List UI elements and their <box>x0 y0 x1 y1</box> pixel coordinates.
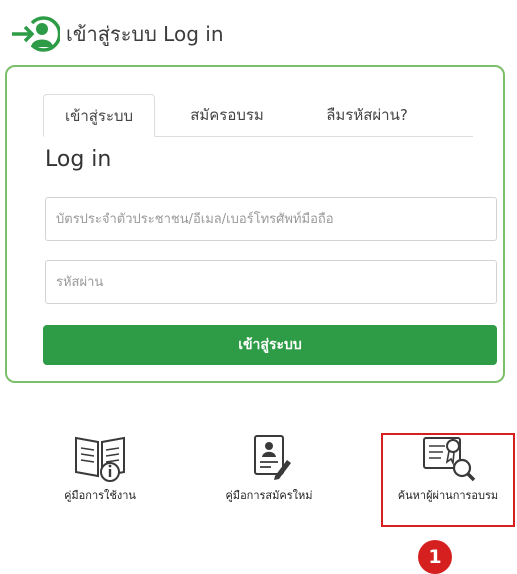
user-manual-link[interactable]: คู่มือการใช้งาน <box>40 430 160 504</box>
id-input[interactable] <box>45 197 497 241</box>
manual-book-icon <box>75 436 125 482</box>
annotation-marker: 1 <box>418 540 452 574</box>
highlight-box <box>381 433 515 527</box>
login-user-icon <box>12 16 60 52</box>
password-input[interactable] <box>45 260 497 304</box>
tab-login[interactable]: เข้าสู่ระบบ <box>43 94 155 137</box>
page-title: เข้าสู่ระบบ Log in <box>66 22 224 46</box>
registration-manual-link[interactable]: คู่มือการสมัครใหม่ <box>209 430 329 504</box>
tab-bar: เข้าสู่ระบบ สมัครอบรม ลืมรหัสผ่าน? <box>43 94 473 137</box>
user-manual-label: คู่มือการใช้งาน <box>64 489 136 502</box>
page-header: เข้าสู่ระบบ Log in <box>10 12 224 56</box>
tab-register[interactable]: สมัครอบรม <box>167 94 287 136</box>
login-button[interactable]: เข้าสู่ระบบ <box>43 325 497 365</box>
registration-manual-label: คู่มือการสมัครใหม่ <box>225 489 313 502</box>
registration-form-icon <box>254 435 291 480</box>
form-title: Log in <box>45 147 112 172</box>
login-panel: เข้าสู่ระบบ สมัครอบรม ลืมรหัสผ่าน? Log i… <box>5 65 505 383</box>
tab-forgot-password[interactable]: ลืมรหัสผ่าน? <box>297 94 437 136</box>
